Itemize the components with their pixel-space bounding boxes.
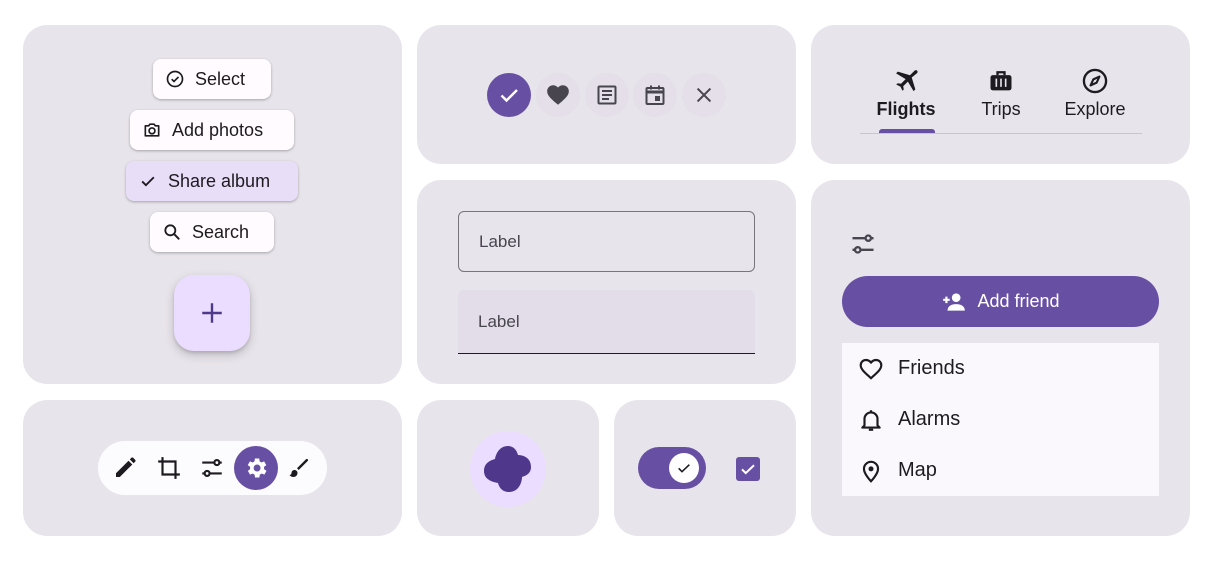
toggle-thumb	[669, 453, 699, 483]
outlined-text-field[interactable]: Label	[458, 211, 755, 272]
article-button[interactable]	[585, 73, 629, 117]
icon-buttons-card	[417, 25, 796, 164]
filled-text-field[interactable]: Label	[458, 290, 755, 354]
favorite-button[interactable]	[536, 73, 580, 117]
add-photos-chip-label: Add photos	[172, 119, 264, 140]
menu-item-friends-label: Friends	[898, 357, 965, 379]
outlined-field-label: Label	[479, 232, 521, 251]
checkbox[interactable]	[736, 457, 760, 481]
menu-item-map-label: Map	[898, 459, 937, 481]
compass-icon	[1081, 67, 1109, 95]
controls-card	[614, 400, 796, 536]
toggle-switch[interactable]	[638, 447, 706, 489]
chips-card: Select Add photos Share album Search	[23, 25, 402, 384]
article-icon	[595, 83, 619, 107]
check-icon	[676, 460, 692, 476]
settings-tool[interactable]	[234, 446, 278, 490]
pencil-icon	[113, 456, 137, 480]
luggage-icon	[987, 67, 1015, 95]
tab-explore[interactable]: Explore	[1050, 59, 1140, 135]
calendar-button[interactable]	[633, 73, 677, 117]
tab-trips[interactable]: Trips	[956, 59, 1046, 135]
filled-field-label: Label	[478, 312, 520, 331]
text-fields-card: Label Label	[417, 180, 796, 384]
tab-flights-label: Flights	[876, 99, 936, 119]
menu-item-alarms[interactable]: Alarms	[842, 394, 1159, 445]
settings-icon	[243, 455, 269, 481]
add-friend-button[interactable]: Add friend	[842, 276, 1159, 327]
shape-card	[417, 400, 599, 536]
menu-card: Add friend Friends Alarms Map	[811, 180, 1190, 536]
menu-item-friends[interactable]: Friends	[842, 343, 1159, 394]
airplane-icon	[892, 67, 920, 95]
check-icon	[497, 83, 521, 107]
crop-tool[interactable]	[148, 447, 190, 489]
crop-icon	[156, 455, 182, 481]
add-photos-chip[interactable]: Add photos	[130, 110, 294, 150]
tabs-divider	[860, 133, 1142, 134]
active-tab-indicator	[879, 129, 935, 133]
tune-icon	[849, 230, 877, 258]
filter-button[interactable]	[849, 230, 877, 258]
bell-icon	[858, 407, 884, 433]
edit-tool[interactable]	[104, 447, 146, 489]
add-friend-label: Add friend	[977, 291, 1060, 311]
toolbar-card	[23, 400, 402, 536]
adjust-tool[interactable]	[191, 447, 233, 489]
menu-item-map[interactable]: Map	[842, 445, 1159, 496]
select-chip[interactable]: Select	[153, 59, 271, 99]
checkbox-check-icon	[739, 460, 757, 478]
brush-icon	[287, 456, 311, 480]
tab-trips-label: Trips	[981, 99, 1021, 119]
calendar-icon	[643, 83, 667, 107]
close-icon	[693, 84, 715, 106]
search-chip-label: Search	[192, 221, 250, 242]
brush-tool[interactable]	[278, 447, 320, 489]
tune-icon	[199, 455, 225, 481]
search-icon	[162, 222, 182, 242]
check-button[interactable]	[487, 73, 531, 117]
tab-flights[interactable]: Flights	[861, 59, 951, 135]
check-icon	[138, 171, 158, 191]
plus-icon	[199, 300, 225, 326]
share-album-chip-label: Share album	[168, 170, 271, 191]
menu-item-alarms-label: Alarms	[898, 408, 961, 430]
camera-icon	[142, 120, 162, 140]
share-album-chip[interactable]: Share album	[126, 161, 298, 201]
heart-icon	[545, 82, 571, 108]
blob-shape	[482, 444, 534, 494]
check-circle-icon	[165, 69, 185, 89]
location-pin-icon	[858, 458, 884, 484]
search-chip[interactable]: Search	[150, 212, 274, 252]
heart-outline-icon	[858, 356, 884, 382]
tabs-card: Flights Trips Explore	[811, 25, 1190, 164]
add-fab[interactable]	[174, 275, 250, 351]
close-button[interactable]	[682, 73, 726, 117]
menu-list: Friends Alarms Map	[842, 343, 1159, 496]
tab-explore-label: Explore	[1064, 99, 1126, 119]
select-chip-label: Select	[195, 68, 246, 89]
floating-toolbar	[98, 441, 327, 495]
person-add-icon	[941, 289, 967, 315]
